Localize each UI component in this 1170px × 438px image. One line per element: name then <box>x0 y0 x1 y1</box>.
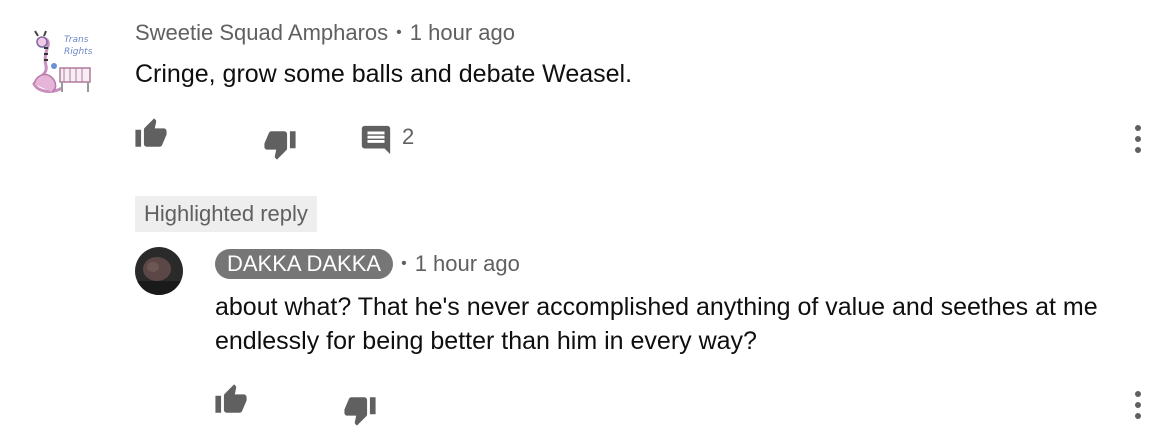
more-vert-icon <box>1135 125 1141 153</box>
reply-body: about what? That he's never accomplished… <box>215 293 1098 355</box>
avatar-caption-line-2: Rights <box>64 47 93 57</box>
meta-separator: • <box>396 24 402 41</box>
meta-separator: • <box>401 255 407 272</box>
comment-meta: Sweetie Squad Ampharos • 1 hour ago <box>135 20 515 46</box>
view-replies-button[interactable] <box>359 123 393 157</box>
highlighted-reply-badge: Highlighted reply <box>135 196 317 232</box>
comment-menu-button[interactable] <box>1133 124 1143 154</box>
commenter-avatar[interactable]: Trans Rights <box>24 28 96 100</box>
thumbs-up-icon <box>215 384 247 413</box>
comment-body: Cringe, grow some balls and debate Wease… <box>135 60 633 88</box>
reply-timestamp[interactable]: 1 hour ago <box>415 251 520 277</box>
user-photo-icon <box>135 247 183 295</box>
reply-count[interactable]: 2 <box>402 124 414 150</box>
dislike-button[interactable] <box>263 127 297 161</box>
reply-meta: DAKKA DAKKA • 1 hour ago <box>215 249 520 279</box>
reply-like-button[interactable] <box>214 383 248 417</box>
thumbs-up-icon <box>135 118 167 147</box>
more-vert-icon <box>1135 391 1141 419</box>
thumbs-down-icon <box>264 131 296 160</box>
reply-dislike-button[interactable] <box>343 393 377 427</box>
reply-author-avatar[interactable] <box>135 247 183 295</box>
reply-author-badge[interactable]: DAKKA DAKKA <box>215 249 394 279</box>
reply-menu-button[interactable] <box>1133 390 1143 420</box>
like-button[interactable] <box>134 117 168 151</box>
ampharos-drawing-icon: Trans Rights <box>32 30 93 93</box>
comment-author[interactable]: Sweetie Squad Ampharos <box>135 20 388 46</box>
avatar-caption-line-1: Trans <box>64 35 89 45</box>
comment-icon <box>361 125 391 155</box>
comment-timestamp[interactable]: 1 hour ago <box>410 20 515 46</box>
thumbs-down-icon <box>344 397 376 426</box>
